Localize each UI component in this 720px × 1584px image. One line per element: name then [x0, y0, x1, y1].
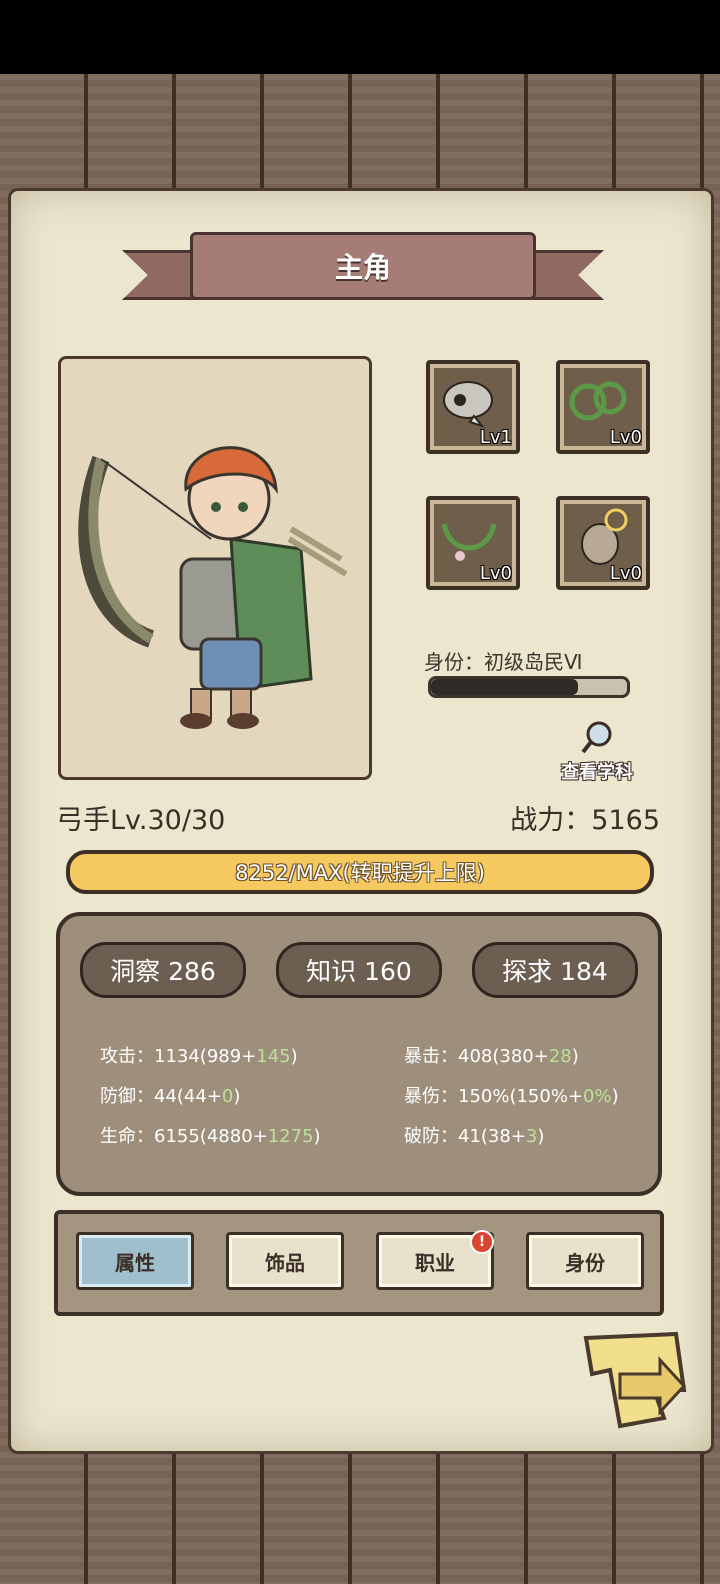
combat-power: 战力：5165	[510, 805, 660, 836]
identity-progress-fill	[431, 679, 578, 695]
equipment-level: Lv1	[479, 427, 512, 448]
exp-bar: 8252/MAX(转职提升上限)	[66, 850, 654, 894]
tab-identity[interactable]: 身份	[526, 1232, 644, 1290]
stat-crit-damage: 暴伤：150%(150%+0%)	[404, 1086, 619, 1107]
equipment-slot-3[interactable]: Lv0	[426, 496, 520, 590]
equipment-slot-4[interactable]: Lv0	[556, 496, 650, 590]
magnifier-icon	[581, 721, 612, 754]
tab-attributes[interactable]: 属性	[76, 1232, 194, 1290]
archer-illustration	[78, 446, 348, 729]
arrow-icon	[583, 1331, 687, 1429]
title-ribbon: 主角	[190, 232, 536, 300]
equipment-slot-2[interactable]: Lv0	[556, 360, 650, 454]
return-button[interactable]	[580, 1330, 690, 1430]
equipment-level: Lv0	[609, 563, 642, 584]
alert-badge: !	[470, 1230, 494, 1254]
stat-defense: 防御：44(44+0)	[100, 1086, 241, 1107]
view-subject-button[interactable]: 查看学科	[552, 720, 642, 784]
page-title: 主角	[334, 251, 391, 284]
stat-crit: 暴击：408(380+28)	[404, 1046, 579, 1067]
stat-armor-break: 破防：41(38+3)	[404, 1126, 545, 1147]
attribute-knowledge: 知识 160	[276, 942, 442, 998]
equipment-level: Lv0	[609, 427, 642, 448]
attribute-insight: 洞察 286	[80, 942, 246, 998]
tab-accessories[interactable]: 饰品	[226, 1232, 344, 1290]
character-portrait	[58, 356, 372, 780]
exp-text: 8252/MAX(转职提升上限)	[235, 861, 485, 885]
view-subject-label: 查看学科	[561, 762, 633, 783]
equipment-slot-1[interactable]: Lv1	[426, 360, 520, 454]
equipment-level: Lv0	[479, 563, 512, 584]
attribute-explore: 探求 184	[472, 942, 638, 998]
stat-health: 生命：6155(4880+1275)	[100, 1126, 321, 1147]
stat-attack: 攻击：1134(989+145)	[100, 1046, 298, 1067]
class-level: 弓手Lv.30/30	[56, 805, 226, 836]
identity-progress-bar	[428, 676, 630, 698]
identity-label: 身份：初级岛民Ⅵ	[424, 650, 583, 674]
